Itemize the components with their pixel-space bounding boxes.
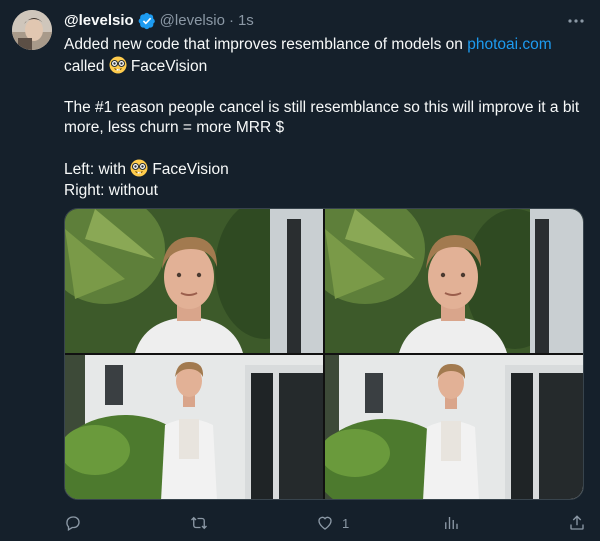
portrait-without-facevision[interactable] bbox=[325, 209, 583, 353]
views-button[interactable] bbox=[442, 512, 460, 534]
tweet-actions: 1 bbox=[64, 512, 590, 534]
share-icon bbox=[570, 515, 584, 530]
share-button[interactable] bbox=[568, 512, 586, 534]
feature-name: FaceVision bbox=[152, 161, 229, 178]
timestamp[interactable]: 1s bbox=[238, 11, 254, 31]
portrait-with-facevision[interactable] bbox=[65, 209, 323, 353]
verified-badge-icon bbox=[138, 12, 155, 30]
tweet-text-segment: called bbox=[64, 57, 109, 75]
display-name[interactable]: @levelsio bbox=[64, 11, 134, 31]
tweet: @levelsio @levelsio · 1s Added new code … bbox=[0, 0, 600, 541]
fullbody-with-facevision[interactable] bbox=[65, 355, 323, 499]
feature-name: FaceVision bbox=[130, 57, 208, 75]
heart-icon bbox=[318, 516, 332, 530]
reply-icon bbox=[66, 516, 80, 531]
separator-dot: · bbox=[228, 12, 234, 29]
tweet-line-2: called FaceVision bbox=[64, 56, 590, 78]
tweet-header: @levelsio @levelsio · 1s bbox=[64, 11, 586, 31]
retweet-icon bbox=[191, 516, 207, 530]
tweet-line-right: Right: without bbox=[64, 181, 158, 199]
tweet-line-1: Added new code that improves resemblance… bbox=[64, 35, 590, 56]
tweet-text: Added new code that improves resemblance… bbox=[64, 35, 590, 201]
like-button[interactable]: 1 bbox=[316, 512, 349, 534]
more-options-icon[interactable] bbox=[566, 11, 586, 31]
tweet-line-left: Left: with FaceVision bbox=[64, 159, 590, 181]
tweet-text-segment: Added new code that improves resemblance… bbox=[64, 36, 468, 53]
nerd-face-emoji-icon bbox=[130, 159, 148, 177]
avatar[interactable] bbox=[12, 10, 52, 50]
views-icon bbox=[445, 517, 458, 529]
nerd-face-emoji-icon bbox=[109, 56, 127, 73]
retweet-button[interactable] bbox=[190, 512, 208, 534]
avatar-image bbox=[12, 10, 52, 50]
reply-button[interactable] bbox=[64, 512, 82, 534]
handle[interactable]: @levelsio bbox=[160, 11, 225, 31]
left-label: Left: with bbox=[64, 161, 131, 178]
fullbody-without-facevision[interactable] bbox=[325, 355, 583, 499]
media-grid bbox=[64, 208, 584, 500]
photoai-link[interactable]: photoai.com bbox=[467, 36, 551, 53]
like-count: 1 bbox=[342, 515, 350, 531]
tweet-paragraph-2: The #1 reason people cancel is still res… bbox=[64, 98, 580, 137]
